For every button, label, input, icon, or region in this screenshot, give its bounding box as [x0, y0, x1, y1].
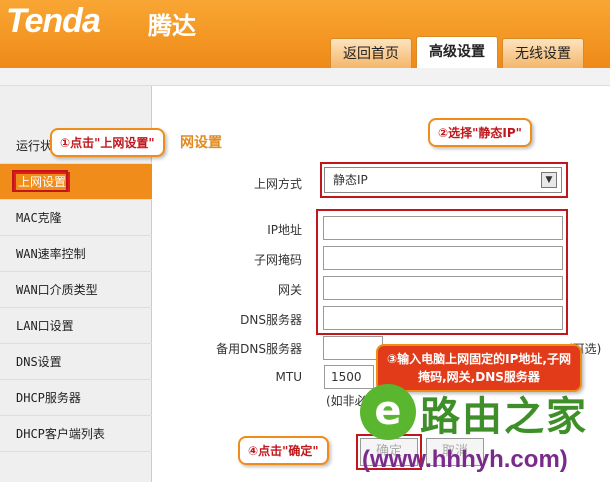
mtu-label: MTU [275, 370, 302, 384]
sidebar-item-label: MAC克隆 [16, 211, 62, 225]
sidebar-item-label: WAN速率控制 [16, 247, 86, 261]
dns-label: DNS服务器 [240, 313, 302, 327]
sidebar-item-lan[interactable]: LAN口设置 [0, 308, 152, 344]
sidebar-item-dns[interactable]: DNS设置 [0, 344, 152, 380]
tab-advanced[interactable]: 高级设置 [416, 36, 498, 68]
sidebar-item-dhcp-clients[interactable]: DHCP客户端列表 [0, 416, 152, 452]
gateway-label: 网关 [277, 283, 302, 297]
ip-label: IP地址 [267, 223, 302, 237]
sidebar-item-label: LAN口设置 [16, 319, 74, 333]
sidebar-item-label: 运行状 [16, 139, 53, 153]
sub-bar [0, 68, 610, 86]
mtu-field[interactable]: 1500 [324, 365, 374, 389]
tenda-logo: Tenda [6, 2, 101, 40]
callout-step2: ②选择"静态IP" [428, 118, 532, 147]
watermark-logo-icon: e [360, 384, 416, 440]
dns2-label: 备用DNS服务器 [216, 342, 302, 356]
sidebar-item-wan-media[interactable]: WAN口介质类型 [0, 272, 152, 308]
page-title: 网设置 [180, 135, 222, 151]
tab-wireless[interactable]: 无线设置 [502, 38, 584, 68]
sidebar-item-label: DNS设置 [16, 355, 62, 369]
watermark-url: (www.hhhyh.com) [362, 446, 568, 473]
highlight-box-conn [320, 162, 568, 198]
callout-step1: ①点击"上网设置" [50, 128, 165, 157]
tab-home[interactable]: 返回首页 [330, 38, 412, 68]
highlight-box-sidebar [12, 170, 68, 192]
dns2-field[interactable] [323, 336, 383, 360]
highlight-box-fields [316, 209, 568, 335]
callout-step4: ④点击"确定" [238, 436, 329, 465]
sidebar-item-label: DHCP客户端列表 [16, 427, 105, 441]
sidebar-item-dhcp-server[interactable]: DHCP服务器 [0, 380, 152, 416]
mask-label: 子网掩码 [253, 253, 302, 267]
sidebar-item-mac-clone[interactable]: MAC克隆 [0, 200, 152, 236]
top-tabs: 返回首页 高级设置 无线设置 [330, 36, 584, 68]
sidebar-item-label: WAN口介质类型 [16, 283, 98, 297]
sidebar-item-label: DHCP服务器 [16, 391, 81, 405]
watermark-text: 路由之家 [420, 394, 588, 440]
conn-type-label: 上网方式 [253, 177, 302, 191]
tenda-logo-cn: 腾达 [148, 12, 196, 40]
sidebar-item-wan-rate[interactable]: WAN速率控制 [0, 236, 152, 272]
header-bar: Tenda 腾达 返回首页 高级设置 无线设置 [0, 0, 610, 68]
